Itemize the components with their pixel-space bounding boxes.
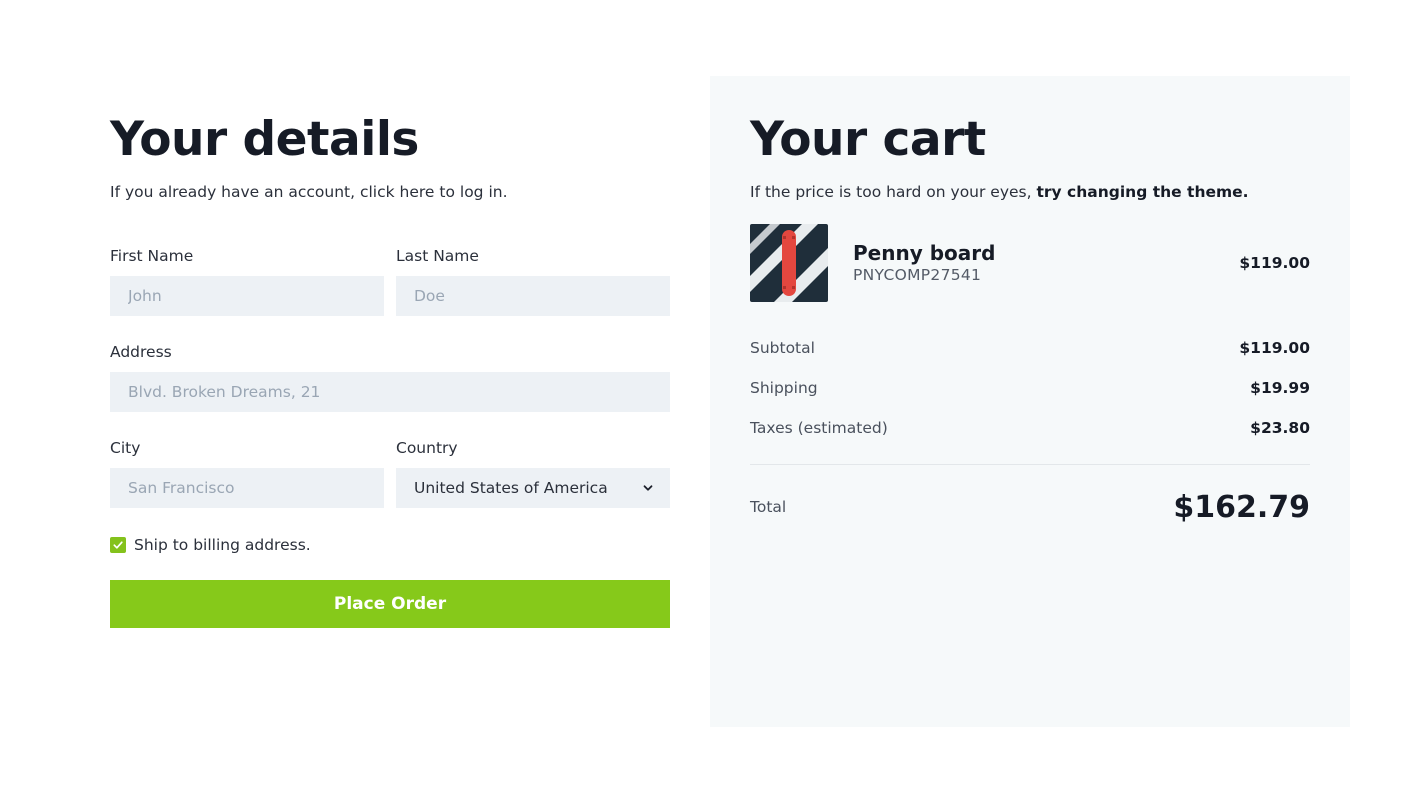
first-name-input[interactable] [110, 276, 384, 316]
theme-hint: If the price is too hard on your eyes, t… [750, 182, 1310, 202]
checkout-page: Your details If you already have an acco… [0, 0, 1415, 801]
check-icon [113, 541, 123, 549]
product-price: $119.00 [1239, 254, 1310, 272]
taxes-value: $23.80 [1250, 419, 1310, 437]
shipping-value: $19.99 [1250, 379, 1310, 397]
address-field: Address [110, 342, 670, 412]
city-field: City [110, 438, 384, 508]
taxes-row: Taxes (estimated) $23.80 [750, 408, 1310, 448]
cart-title: Your cart [750, 112, 986, 167]
cart-section: Your cart If the price is too hard on yo… [710, 76, 1350, 727]
total-value: $162.79 [1173, 489, 1310, 525]
name-row: First Name Last Name [110, 246, 670, 316]
ship-to-billing-row[interactable]: Ship to billing address. [110, 536, 670, 554]
cart-item: Penny board PNYCOMP27541 $119.00 [750, 224, 1310, 302]
country-label: Country [396, 439, 458, 457]
first-name-field: First Name [110, 246, 384, 316]
login-hint[interactable]: If you already have an account, click he… [110, 182, 670, 202]
theme-hint-text: If the price is too hard on your eyes, [750, 183, 1037, 201]
subtotal-value: $119.00 [1239, 339, 1310, 357]
last-name-input[interactable] [396, 276, 670, 316]
details-title: Your details [110, 112, 419, 167]
total-label: Total [750, 498, 787, 516]
address-input[interactable] [110, 372, 670, 412]
place-order-button[interactable]: Place Order [110, 580, 670, 628]
last-name-label: Last Name [396, 247, 479, 265]
subtotal-row: Subtotal $119.00 [750, 328, 1310, 368]
taxes-label: Taxes (estimated) [750, 419, 888, 437]
city-label: City [110, 439, 141, 457]
address-label: Address [110, 343, 172, 361]
change-theme-link[interactable]: try changing the theme. [1036, 183, 1248, 201]
country-select[interactable]: United States of America [396, 468, 670, 508]
shipping-row: Shipping $19.99 [750, 368, 1310, 408]
product-sku: PNYCOMP27541 [853, 266, 982, 284]
summary-divider [750, 464, 1310, 465]
product-info: Penny board PNYCOMP27541 [853, 241, 1239, 285]
total-row: Total $162.79 [750, 485, 1310, 529]
cart-summary: Subtotal $119.00 Shipping $19.99 Taxes (… [750, 328, 1310, 448]
country-field: Country United States of America [396, 438, 670, 508]
last-name-field: Last Name [396, 246, 670, 316]
chevron-down-icon [643, 485, 653, 491]
product-name: Penny board [853, 241, 996, 265]
subtotal-label: Subtotal [750, 339, 815, 357]
details-section: Your details If you already have an acco… [110, 110, 670, 628]
ship-to-billing-checkbox[interactable] [110, 537, 126, 553]
city-input[interactable] [110, 468, 384, 508]
ship-to-billing-label: Ship to billing address. [134, 536, 311, 554]
shipping-label: Shipping [750, 379, 818, 397]
first-name-label: First Name [110, 247, 194, 265]
product-image [750, 224, 828, 302]
country-select-value: United States of America [414, 479, 608, 497]
city-country-row: City Country United States of America [110, 438, 670, 508]
